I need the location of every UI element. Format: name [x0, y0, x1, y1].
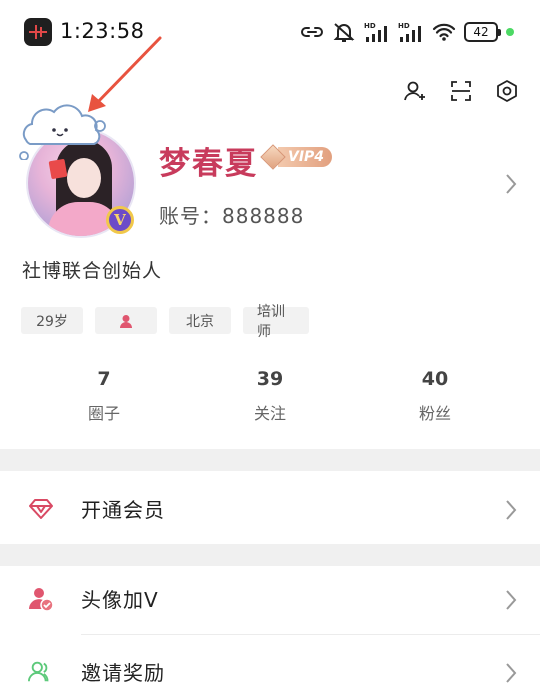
status-dot	[506, 28, 514, 36]
stat-fans[interactable]: 40 粉丝	[375, 368, 495, 424]
stat-following-label: 关注	[253, 404, 286, 423]
city-tag: 北京	[169, 307, 231, 334]
stat-circles[interactable]: 7 圈子	[44, 368, 164, 424]
invite-users-icon	[28, 659, 54, 685]
user-verify-icon	[28, 586, 54, 612]
job-tag: 培训师	[243, 304, 309, 340]
female-user-icon	[120, 314, 132, 328]
menu-label-invite: 邀请奖励	[81, 661, 165, 685]
menu-item-membership[interactable]: 开通会员	[0, 472, 540, 544]
stat-fans-label: 粉丝	[418, 404, 451, 423]
system-icons: HD HD 42	[300, 18, 514, 46]
avatar-container[interactable]: V	[14, 100, 144, 240]
chevron-right-icon	[506, 590, 517, 610]
stat-fans-value: 40	[421, 368, 449, 390]
chevron-right-icon	[506, 663, 517, 683]
cloud-frame-icon	[19, 104, 106, 160]
add-friend-button[interactable]	[402, 78, 428, 104]
diamond-icon	[28, 496, 54, 522]
menu-item-avatar-v[interactable]: 头像加V	[0, 562, 540, 634]
settings-icon	[497, 80, 517, 102]
bio: 社博联合创始人	[22, 260, 163, 282]
battery-indicator: 42	[464, 22, 501, 42]
stat-following[interactable]: 39 关注	[210, 368, 330, 424]
menu-label-membership: 开通会员	[81, 498, 165, 522]
menu-item-invite[interactable]: 邀请奖励	[0, 635, 540, 687]
vip-level: VIP4	[278, 147, 333, 167]
svg-text:HD: HD	[364, 22, 376, 30]
account-id: 账号：888888	[159, 204, 305, 228]
stat-circles-label: 圈子	[87, 404, 120, 423]
nickname: 梦春夏	[159, 146, 258, 182]
header-actions	[402, 78, 520, 104]
section-separator	[0, 449, 540, 471]
signal-icon: HD	[364, 22, 387, 42]
chevron-right-icon	[506, 174, 517, 194]
signal-icon-2: HD	[398, 22, 421, 42]
scan-button[interactable]	[448, 78, 474, 104]
profile-detail-button[interactable]	[504, 172, 518, 200]
verified-v-badge: V	[106, 206, 134, 234]
mute-icon	[333, 23, 355, 42]
stat-following-value: 39	[256, 368, 284, 390]
svg-text:HD: HD	[398, 22, 410, 30]
stat-circles-value: 7	[97, 368, 111, 390]
age-tag: 29岁	[21, 307, 83, 334]
vip-badge: VIP4	[260, 144, 333, 170]
settings-button[interactable]	[494, 78, 520, 104]
wifi-icon	[432, 23, 456, 41]
recorder-app-icon	[24, 18, 52, 46]
gender-tag	[95, 307, 157, 334]
add-friend-icon	[404, 81, 425, 101]
profile-tags: 29岁 北京 培训师	[21, 304, 309, 340]
menu-label-avatar-v: 头像加V	[81, 588, 159, 612]
chevron-right-icon	[506, 500, 517, 520]
scan-icon	[451, 81, 471, 101]
link-icon	[301, 27, 323, 37]
